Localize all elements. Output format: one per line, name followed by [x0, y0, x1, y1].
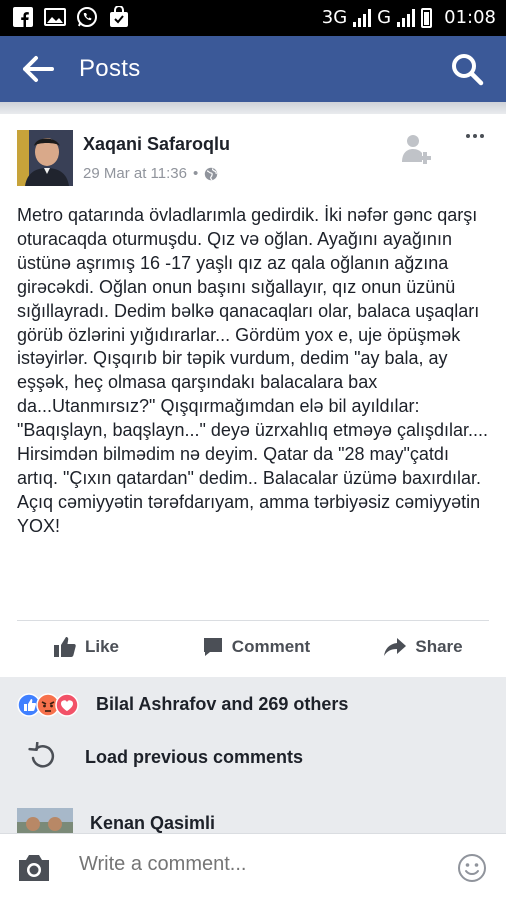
facebook-icon: [13, 7, 33, 27]
post-meta: 29 Mar at 11:36 •: [83, 165, 218, 182]
reaction-icons: [17, 693, 79, 717]
refresh-icon: [28, 742, 55, 768]
share-icon: [384, 638, 407, 656]
app-bar-shadow: [0, 102, 506, 114]
status-system-icons: 3G G 01:08: [322, 7, 496, 28]
commenter-avatar[interactable]: [17, 808, 73, 834]
app-bar: Posts: [0, 36, 506, 102]
reactions-summary[interactable]: Bilal Ashrafov and 269 others: [0, 690, 506, 720]
comment-label: Comment: [231, 637, 311, 656]
whatsapp-icon: [77, 7, 97, 27]
post-body: Metro qatarında övladlarımla gedirdik. İ…: [17, 205, 489, 536]
post-card: Xaqani Safaroqlu 29 Mar at 11:36 • Metro…: [0, 114, 506, 677]
add-friend-icon[interactable]: [399, 132, 435, 168]
comment-composer: [0, 833, 506, 900]
like-button[interactable]: Like: [0, 621, 172, 673]
gallery-icon: [44, 8, 66, 26]
share-button[interactable]: Share: [340, 621, 506, 673]
reactions-count[interactable]: Bilal Ashrafov and 269 others: [96, 694, 348, 715]
meta-separator: •: [192, 165, 199, 182]
load-previous-label: Load previous comments: [85, 747, 304, 767]
battery-icon: [421, 7, 433, 28]
camera-icon[interactable]: [16, 852, 52, 884]
network-type-label: 3G: [321, 7, 348, 28]
signal-icon-2: [397, 8, 416, 27]
load-previous-comments[interactable]: Load previous comments: [0, 740, 506, 776]
author-photo: [17, 130, 73, 186]
more-options-icon[interactable]: [466, 134, 486, 142]
post-timestamp[interactable]: 29 Mar at 11:36: [83, 165, 187, 182]
share-label: Share: [415, 637, 463, 656]
comment-icon: [203, 638, 222, 656]
emoji-icon[interactable]: [457, 853, 487, 883]
thumbs-up-icon: [53, 637, 76, 657]
status-notification-icons: [12, 6, 130, 28]
clock: 01:08: [444, 7, 496, 28]
comment-input[interactable]: [79, 853, 419, 876]
comment-button[interactable]: Comment: [172, 621, 340, 673]
love-reaction-icon: [55, 693, 79, 717]
comment-item: Kenan Qasimli: [0, 806, 506, 834]
shopping-bag-icon: [110, 6, 128, 27]
arrow-left-icon[interactable]: [22, 54, 54, 84]
search-icon[interactable]: [450, 52, 484, 86]
network-type-label-2: G: [377, 7, 392, 28]
signal-icon: [353, 8, 372, 27]
page-title: Posts: [79, 55, 141, 82]
globe-icon: [205, 167, 218, 180]
like-label: Like: [84, 637, 120, 656]
author-name[interactable]: Xaqani Safaroqlu: [83, 134, 230, 155]
author-avatar[interactable]: [17, 130, 73, 186]
post-actions: Like Comment Share: [0, 621, 506, 673]
commenter-name[interactable]: Kenan Qasimli: [90, 813, 215, 834]
status-bar: 3G G 01:08: [0, 0, 506, 36]
